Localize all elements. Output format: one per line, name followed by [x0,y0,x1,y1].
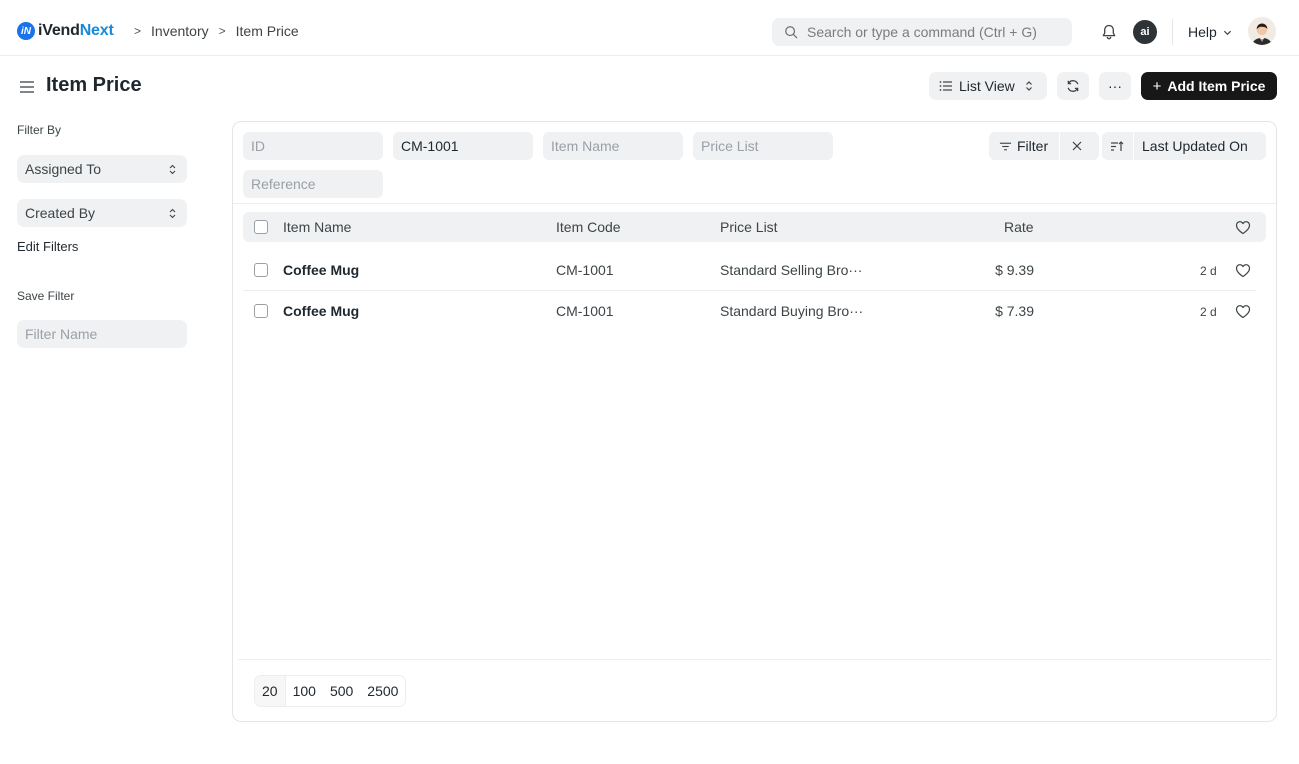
divider [1059,132,1060,160]
ai-assistant-icon[interactable]: ai [1133,20,1157,44]
price-list-cell: Standard Selling Bro··· [720,262,863,278]
table-header: Item Name Item Code Price List Rate [243,212,1266,242]
divider [1133,132,1134,160]
assigned-to-label: Assigned To [25,161,102,177]
sort-button[interactable]: Last Updated On [1102,132,1266,160]
page-title: Item Price [46,74,142,96]
chevron-down-icon [1223,30,1231,35]
column-header-price-list: Price List [720,219,778,235]
filter-icon [999,142,1012,150]
brand-mark-icon: iN [17,22,35,40]
price-list-filter-input[interactable]: Price List [693,132,833,160]
filter-by-label: Filter By [17,123,62,137]
sort-field-label[interactable]: Last Updated On [1142,138,1248,154]
table-row[interactable]: Coffee Mug CM-1001 Standard Selling Bro·… [243,250,1256,291]
column-header-rate: Rate [1004,219,1034,235]
divider [238,659,1271,660]
search-bar[interactable]: Search or type a command (Ctrl + G) [772,18,1072,46]
select-arrows-icon [169,164,176,175]
breadcrumb-item-price[interactable]: Item Price [236,23,299,39]
item-name-filter-input[interactable]: Item Name [543,132,683,160]
breadcrumb: > Inventory > Item Price [130,23,299,39]
item-name-cell[interactable]: Coffee Mug [283,303,359,319]
page-size-100[interactable]: 100 [286,676,323,706]
heart-icon[interactable] [1235,304,1251,319]
list-panel: ID CM-1001 Item Name Price List Referenc… [232,121,1277,722]
assigned-to-select[interactable]: Assigned To [17,155,187,183]
heart-icon[interactable] [1235,220,1251,235]
page-size-2500[interactable]: 2500 [360,676,405,706]
refresh-icon [1067,80,1079,92]
select-all-checkbox[interactable] [254,220,268,234]
row-checkbox[interactable] [254,263,268,277]
sort-icon[interactable] [1110,139,1124,153]
chevron-right-icon: > [134,24,142,38]
page-size-selector: 20 100 500 2500 [254,675,407,707]
page-size-500[interactable]: 500 [323,676,360,706]
column-header-item-code: Item Code [556,219,621,235]
filter-label: Filter [1017,138,1049,154]
divider [233,203,1276,204]
modified-cell: 2 d [1200,305,1217,319]
chevron-right-icon: > [218,24,226,38]
help-label: Help [1188,24,1217,40]
filter-name-input[interactable]: Filter Name [17,320,187,348]
more-actions-button[interactable]: ··· [1099,72,1131,100]
nav-divider [1172,19,1173,45]
list-icon [939,81,952,91]
id-filter-input[interactable]: ID [243,132,383,160]
column-header-item-name: Item Name [283,219,352,235]
add-item-price-button[interactable]: + Add Item Price [1141,72,1277,100]
table-row[interactable]: Coffee Mug CM-1001 Standard Buying Bro··… [243,291,1256,332]
list-view-label: List View [959,78,1015,94]
select-arrows-icon [169,208,176,219]
row-checkbox[interactable] [254,304,268,318]
price-list-cell: Standard Buying Bro··· [720,303,864,319]
navbar: iN iVendNext > Inventory > Item Price Se… [0,0,1299,56]
search-icon [785,26,798,39]
item-code-cell: CM-1001 [556,262,614,278]
sidebar-toggle-icon[interactable] [19,79,35,95]
reference-filter-input[interactable]: Reference [243,170,383,198]
list-view-button[interactable]: List View [929,72,1047,100]
add-item-price-label: Add Item Price [1167,78,1266,94]
bell-icon[interactable] [1100,23,1118,41]
created-by-select[interactable]: Created By [17,199,187,227]
brand-logo[interactable]: iN iVendNext [17,22,114,40]
item-code-cell: CM-1001 [556,303,614,319]
edit-filters-link[interactable]: Edit Filters [17,239,78,254]
refresh-button[interactable] [1057,72,1089,100]
search-placeholder: Search or type a command (Ctrl + G) [807,24,1037,40]
avatar[interactable] [1248,17,1276,45]
filter-button[interactable]: Filter [989,132,1099,160]
breadcrumb-inventory[interactable]: Inventory [151,23,209,39]
rate-cell: $ 9.39 [995,262,1034,278]
page-size-20[interactable]: 20 [255,676,286,706]
clear-filter-icon[interactable] [1071,140,1083,152]
created-by-label: Created By [25,205,96,221]
help-dropdown[interactable]: Help [1188,24,1232,40]
select-arrows-icon [1025,81,1032,91]
save-filter-label: Save Filter [17,289,75,303]
heart-icon[interactable] [1235,263,1251,278]
user-avatar-icon [1248,17,1276,45]
item-code-filter-input[interactable]: CM-1001 [393,132,533,160]
plus-icon: + [1152,77,1162,95]
item-name-cell[interactable]: Coffee Mug [283,262,359,278]
brand-name: iVendNext [38,22,114,39]
modified-cell: 2 d [1200,264,1217,278]
more-icon: ··· [1108,78,1122,94]
rate-cell: $ 7.39 [995,303,1034,319]
